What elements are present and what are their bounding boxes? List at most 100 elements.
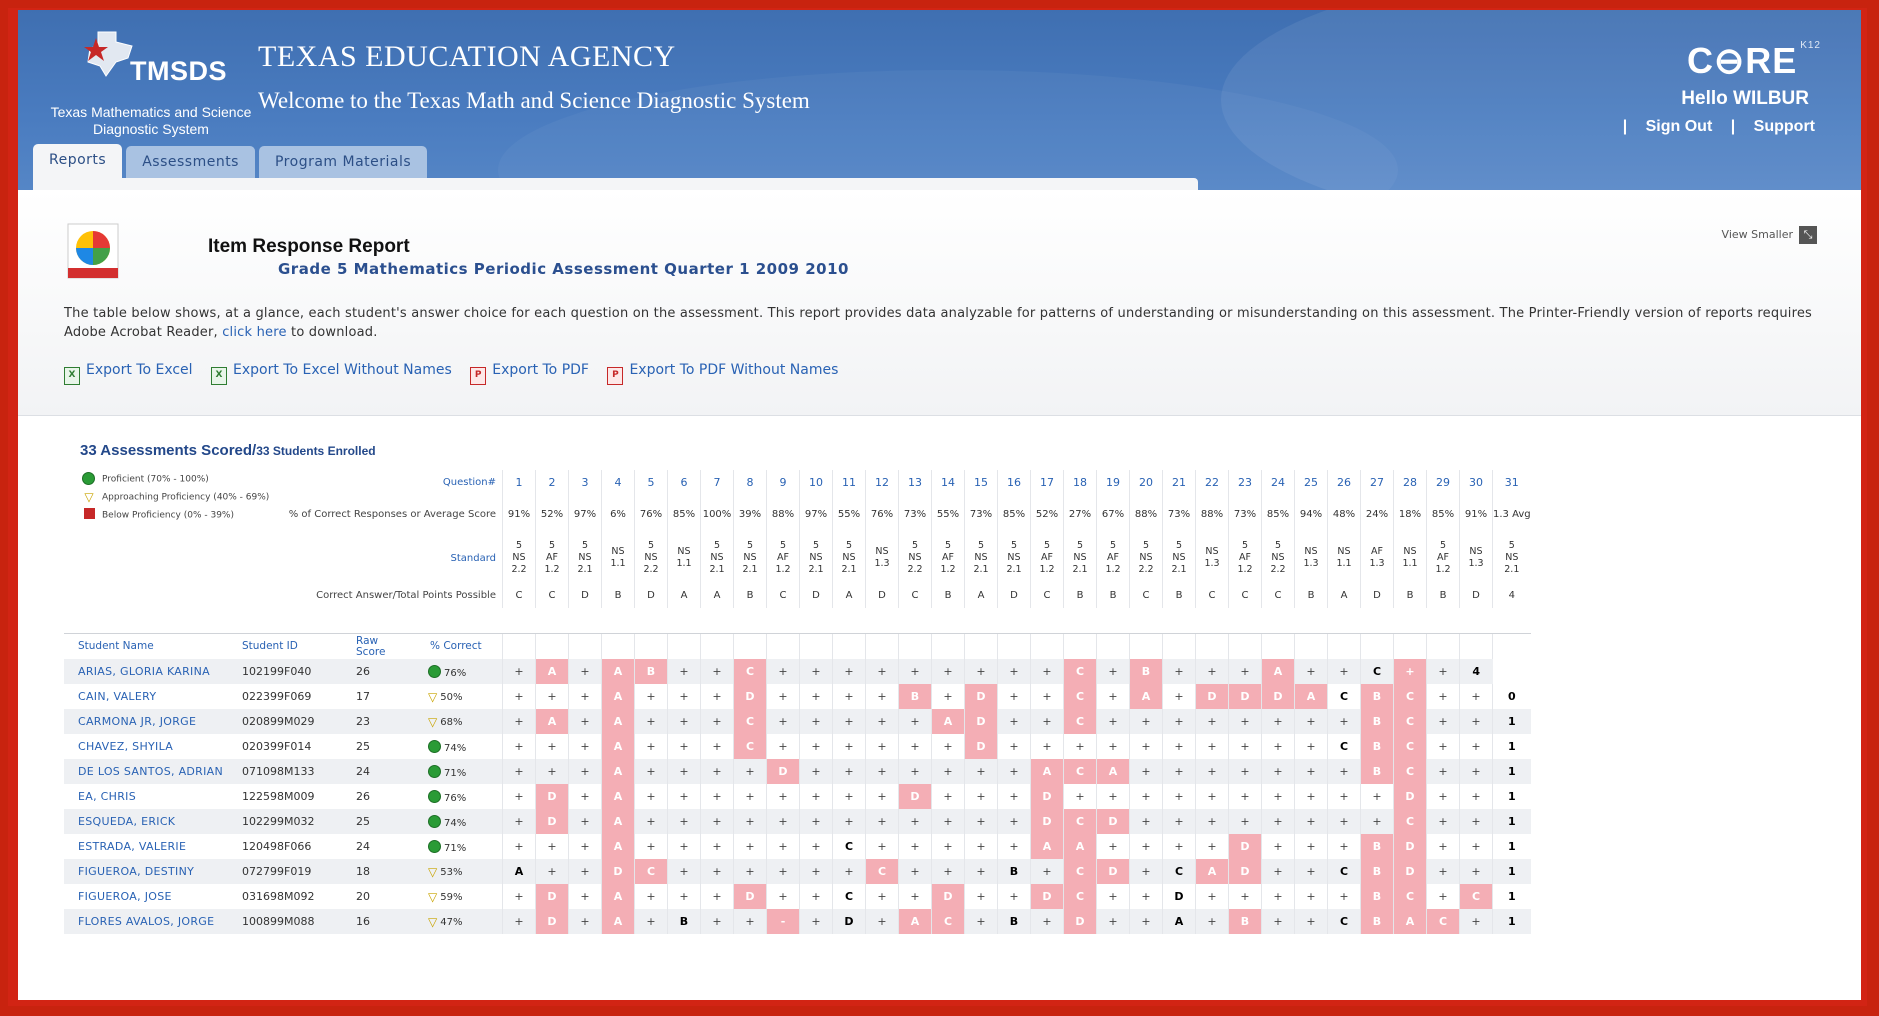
question-number-row-cell[interactable]: 6	[667, 470, 701, 495]
student-id-header[interactable]: Student ID	[228, 634, 342, 660]
response-cell: +	[1261, 759, 1295, 784]
response-cell: +	[1327, 759, 1361, 784]
raw-score-header[interactable]: Raw Score	[342, 634, 416, 660]
correct-answer-row-cell: B	[1426, 583, 1460, 608]
raw-score: 17	[356, 690, 370, 703]
question-number-row-cell[interactable]: 24	[1261, 470, 1295, 495]
question-number-row-cell[interactable]: 15	[964, 470, 998, 495]
response-cell: +	[700, 684, 734, 709]
empty-header-cell	[964, 633, 998, 659]
item-response-table: Question# 1 2 3 4 5 6 7 8 9 10 11 12 13 14 15 16 17 18 19 20…	[64, 470, 1531, 934]
student-name-link[interactable]: EA, CHRIS	[64, 784, 228, 809]
response-cell: A	[931, 709, 965, 734]
question-number-row-cell[interactable]: 13	[898, 470, 932, 495]
shrink-icon: ⤡	[1799, 226, 1817, 244]
percent-correct: 76%	[416, 784, 503, 809]
standard-row-cell: NS 1.3	[1195, 533, 1229, 583]
tab-program-materials[interactable]: Program Materials	[258, 146, 428, 182]
question-number-row-cell[interactable]: 14	[931, 470, 965, 495]
question-number-row-cell[interactable]: 22	[1195, 470, 1229, 495]
question-number-row-cell[interactable]: 30	[1459, 470, 1493, 495]
student-name-header[interactable]: Student Name	[64, 634, 228, 660]
response-cell: D	[535, 809, 569, 834]
standard-row-cell: 5 AF 1.2	[931, 533, 965, 583]
support-link[interactable]: Support	[1754, 118, 1815, 135]
question-number-row-cell[interactable]: 31	[1491, 470, 1531, 495]
response-cell: 1	[1491, 809, 1531, 834]
percent-correct-row-cell: 97%	[799, 495, 833, 533]
student-row: CHAVEZ, SHYILA 020399F014 25 74% + + + A + + + C + + +…	[64, 734, 1531, 759]
student-name-link[interactable]: CHAVEZ, SHYILA	[64, 734, 228, 759]
response-cell: C	[1162, 859, 1196, 884]
question-number-row-cell[interactable]: 18	[1063, 470, 1097, 495]
correct-answer-row: Correct Answer/Total Points Possible C C D B…	[64, 583, 1531, 608]
response-cell: D	[1228, 684, 1262, 709]
export-pdf-link[interactable]: P Export To PDF	[470, 362, 589, 385]
question-number-row-cell[interactable]: 1	[502, 470, 536, 495]
question-number-row-cell[interactable]: 4	[601, 470, 635, 495]
question-number-row-cell[interactable]: 5	[634, 470, 668, 495]
question-number-row-cell[interactable]: 19	[1096, 470, 1130, 495]
sign-out-link[interactable]: Sign Out	[1646, 118, 1713, 135]
tab-reports[interactable]: Reports	[33, 144, 123, 182]
question-number-row-cell[interactable]: 9	[766, 470, 800, 495]
question-number-row-cell[interactable]: 23	[1228, 470, 1262, 495]
response-cell: +	[1195, 809, 1229, 834]
response-cell: 1	[1491, 759, 1531, 784]
question-number-row-cell[interactable]: 10	[799, 470, 833, 495]
standard-row-cell: 5 NS 2.1	[997, 533, 1031, 583]
question-number-row-cell[interactable]: 26	[1327, 470, 1361, 495]
question-number-row-cell[interactable]: 11	[832, 470, 866, 495]
question-number-row-cell[interactable]: 2	[535, 470, 569, 495]
response-cell: +	[568, 859, 602, 884]
question-number-row-cell[interactable]: 16	[997, 470, 1031, 495]
question-number-row-cell[interactable]: 28	[1393, 470, 1427, 495]
tab-assessments[interactable]: Assessments	[126, 146, 255, 182]
response-cell: +	[700, 859, 734, 884]
response-cell: +	[700, 659, 734, 684]
student-name-link[interactable]: FIGUEROA, JOSE	[64, 884, 228, 909]
student-name-link[interactable]: CARMONA JR, JORGE	[64, 709, 228, 734]
response-cell: +	[799, 684, 833, 709]
response-cell: +	[1030, 659, 1064, 684]
export-pdf-no-names-link[interactable]: P Export To PDF Without Names	[607, 362, 838, 385]
response-cell: A	[535, 659, 569, 684]
student-name-link[interactable]: DE LOS SANTOS, ADRIAN	[64, 759, 228, 784]
approaching-icon: ▽	[428, 689, 438, 704]
response-cell: -	[766, 909, 800, 934]
student-name-link[interactable]: ESQUEDA, ERICK	[64, 809, 228, 834]
student-name-link[interactable]: FLORES AVALOS, JORGE	[64, 909, 228, 934]
student-id: 122598M009	[242, 790, 315, 803]
question-number-row-cell[interactable]: 12	[865, 470, 899, 495]
student-name-link[interactable]: CAIN, VALERY	[64, 684, 228, 709]
correct-answer-row-cell: D	[997, 583, 1031, 608]
acrobat-download-link[interactable]: click here	[222, 325, 286, 340]
question-number-row-cell[interactable]: 7	[700, 470, 734, 495]
response-cell: +	[535, 684, 569, 709]
question-number-row-cell[interactable]: 21	[1162, 470, 1196, 495]
response-cell: +	[1294, 834, 1328, 859]
student-name-link[interactable]: ARIAS, GLORIA KARINA	[64, 659, 228, 684]
pct-correct-header[interactable]: % Correct	[416, 634, 503, 660]
question-number-row-cell[interactable]: 27	[1360, 470, 1394, 495]
student-name-link[interactable]: FIGUEROA, DESTINY	[64, 859, 228, 884]
question-number-row-cell[interactable]: 29	[1426, 470, 1460, 495]
question-number-row-cell[interactable]: 25	[1294, 470, 1328, 495]
view-smaller-button[interactable]: View Smaller ⤡	[1722, 226, 1817, 244]
export-excel-link[interactable]: X Export To Excel	[64, 362, 193, 385]
response-cell: +	[1096, 659, 1130, 684]
tmsds-logo[interactable]: TMSDS Texas Mathematics and Science Diag…	[48, 28, 251, 143]
question-number-row-cell[interactable]: 8	[733, 470, 767, 495]
response-cell: C	[733, 659, 767, 684]
question-number-row-cell[interactable]: 3	[568, 470, 602, 495]
response-cell: C	[1327, 909, 1361, 934]
percent-value: 68%	[440, 716, 463, 728]
standard-row-cell: 5 NS 2.2	[502, 533, 536, 583]
export-excel-no-names-link[interactable]: X Export To Excel Without Names	[211, 362, 452, 385]
question-number-row-cell[interactable]: 17	[1030, 470, 1064, 495]
student-name-link[interactable]: ESTRADA, VALERIE	[64, 834, 228, 859]
correct-answer-row-cell: C	[1228, 583, 1262, 608]
question-number-row-cell[interactable]: 20	[1129, 470, 1163, 495]
response-cell: +	[700, 834, 734, 859]
texas-star-icon	[84, 31, 133, 77]
